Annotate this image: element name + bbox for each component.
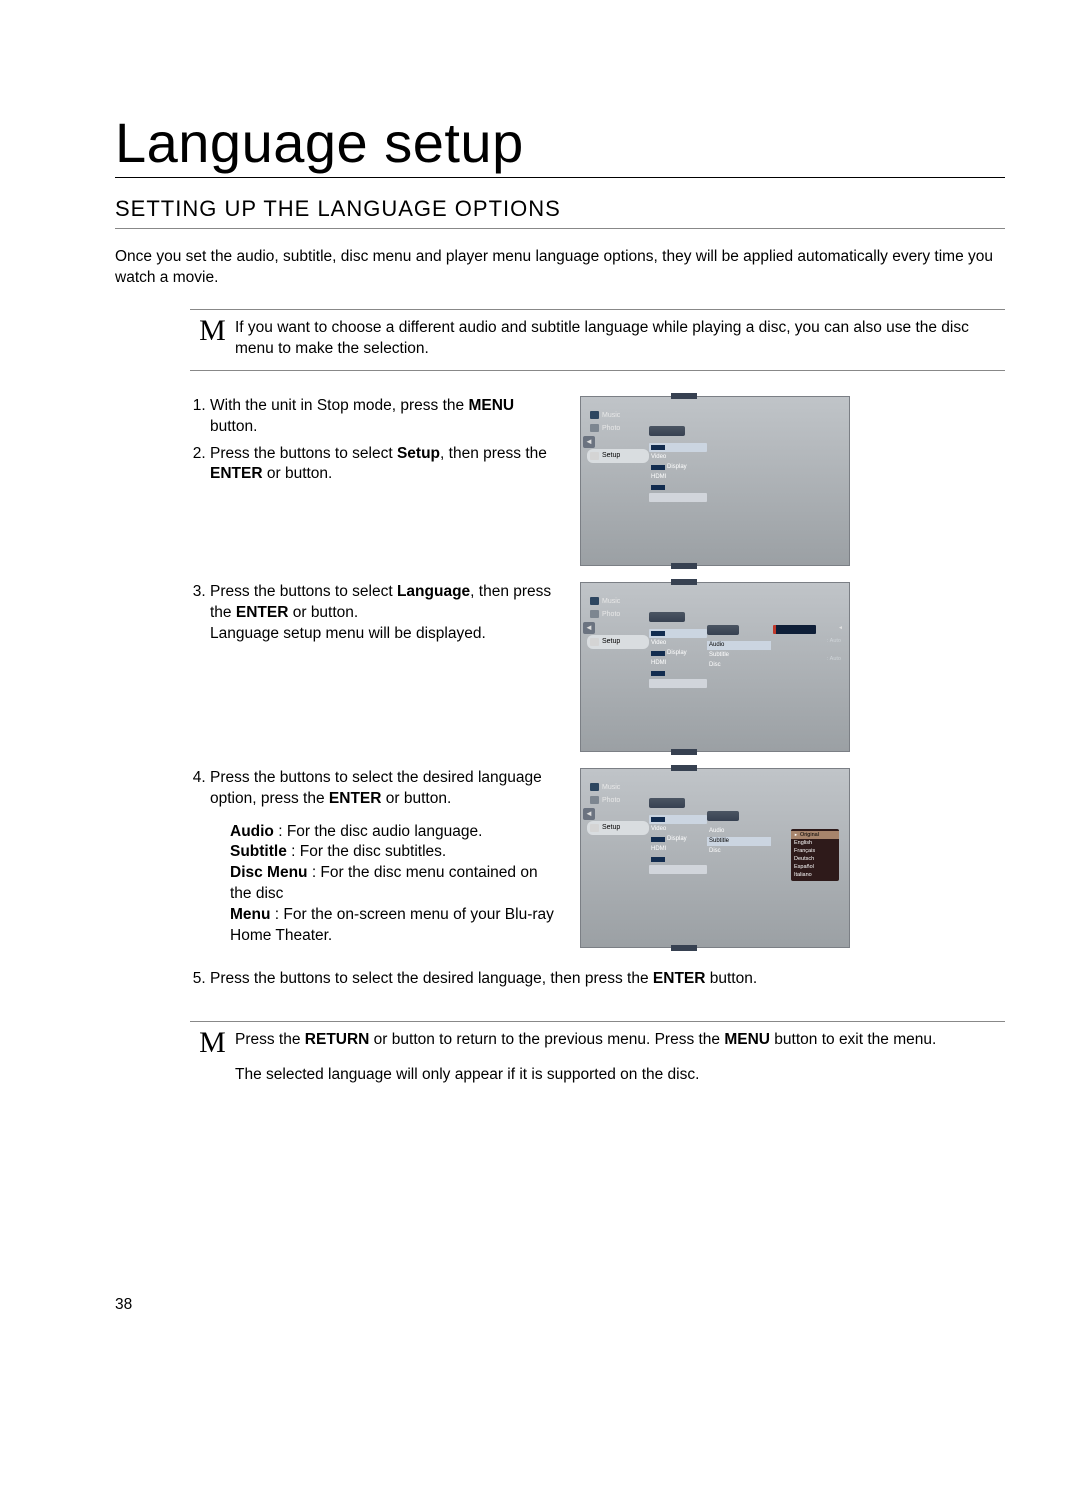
side-setup: Setup (587, 449, 649, 463)
language-popup: Original English Français Deutsch Españo… (791, 829, 839, 881)
note-icon: M (190, 1028, 235, 1084)
popup-opt-french: Français (791, 847, 839, 855)
osd-screenshot-3: Music Photo ◄ Setup Video Display HDMI (580, 768, 850, 948)
page-number: 38 (115, 1296, 1005, 1314)
side-prev-icon: ◄ (581, 807, 649, 821)
note-icon: M (190, 316, 235, 358)
setup-submenu: Video Display HDMI (649, 443, 707, 502)
popup-opt-german: Deutsch (791, 855, 839, 863)
step-3-text: Press the buttons to select Language, th… (190, 582, 555, 651)
step-4: Press the buttons to select the desired … (210, 768, 555, 947)
step-1: With the unit in Stop mode, press the ME… (210, 396, 555, 438)
note-text-2: Press the RETURN or button to return to … (235, 1030, 1005, 1086)
side-photo: Photo (587, 422, 649, 435)
popup-opt-italian: Italiano (791, 871, 839, 879)
osd-screenshot-2: Music Photo ◄ Setup Video Display HDMI (580, 582, 850, 752)
side-setup: Setup (587, 821, 649, 835)
step-1-2-text: With the unit in Stop mode, press the ME… (190, 396, 555, 492)
lang-header-bar (773, 625, 816, 634)
step-5: Press the buttons to select the desired … (210, 969, 1005, 990)
osd-screenshot-1: Music Photo ◄ Setup Video Display HDMI (580, 396, 850, 566)
side-music: Music (587, 409, 649, 422)
note-block-2: M Press the RETURN or button to return t… (190, 1021, 1005, 1096)
section-heading: SETTING UP THE LANGUAGE OPTIONS (115, 196, 1005, 229)
lang-submenu: Audio Subtitle Disc (707, 641, 771, 670)
note-text: If you want to choose a different audio … (235, 318, 1005, 360)
note-block-1: M If you want to choose a different audi… (190, 309, 1005, 371)
side-setup: Setup (587, 635, 649, 649)
step-4-text: Press the buttons to select the desired … (190, 768, 555, 953)
side-prev-icon: ◄ (581, 435, 649, 449)
lang-submenu: Audio Subtitle Disc (707, 827, 771, 856)
page-title: Language setup (115, 110, 1005, 178)
popup-opt-spanish: Español (791, 863, 839, 871)
side-photo: Photo (587, 608, 649, 621)
popup-opt-english: English (791, 839, 839, 847)
side-prev-icon: ◄ (581, 621, 649, 635)
step-3: Press the buttons to select Language, th… (210, 582, 555, 645)
setup-submenu: Video Display HDMI (649, 815, 707, 874)
step-2: Press the buttons to select Setup, then … (210, 444, 555, 486)
side-music: Music (587, 781, 649, 794)
side-music: Music (587, 595, 649, 608)
popup-opt-original: Original (791, 831, 839, 839)
intro-text: Once you set the audio, subtitle, disc m… (115, 247, 1005, 289)
side-photo: Photo (587, 794, 649, 807)
step-5-text: Press the buttons to select the desired … (190, 969, 1005, 996)
setup-submenu: Video Display HDMI (649, 629, 707, 688)
